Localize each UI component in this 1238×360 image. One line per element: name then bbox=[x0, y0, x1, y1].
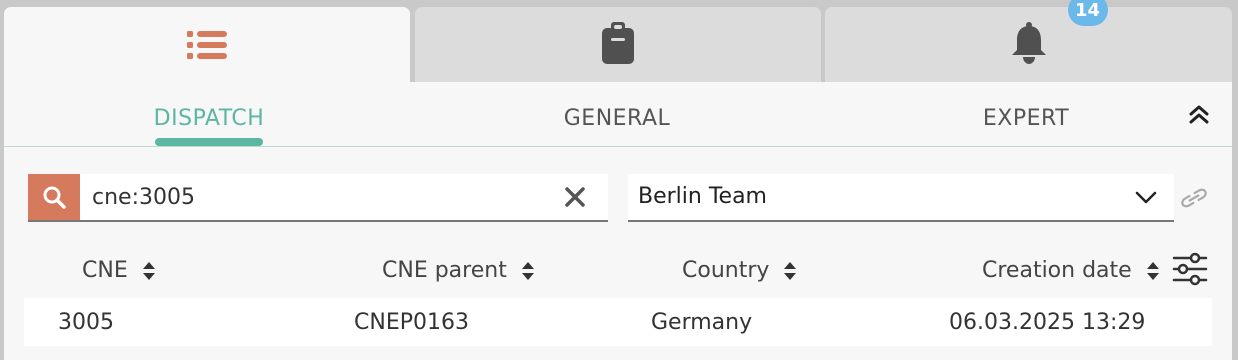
notification-badge: 14 bbox=[1067, 0, 1108, 26]
column-header-label: CNE parent bbox=[382, 258, 507, 283]
close-icon bbox=[565, 187, 585, 207]
sort-icon bbox=[521, 261, 534, 280]
column-header-country[interactable]: Country bbox=[682, 258, 797, 283]
column-settings-button[interactable] bbox=[1172, 252, 1208, 286]
tab-expert[interactable]: EXPERT bbox=[983, 106, 1069, 131]
tab-list[interactable] bbox=[4, 7, 410, 87]
table-row[interactable]: 3005 CNEP0163 Germany 06.03.2025 13:29 bbox=[24, 298, 1212, 346]
clear-search-button[interactable] bbox=[564, 186, 586, 208]
column-header-cne[interactable]: CNE bbox=[82, 258, 156, 283]
tab-notifications[interactable]: 14 bbox=[825, 0, 1232, 83]
chevron-down-icon bbox=[1135, 191, 1157, 204]
team-select-value: Berlin Team bbox=[638, 184, 767, 209]
search-input[interactable] bbox=[92, 174, 542, 220]
top-tab-bar: 14 bbox=[4, 0, 1232, 87]
bell-icon: 14 bbox=[1010, 0, 1108, 68]
sliders-icon bbox=[1172, 252, 1208, 286]
list-icon bbox=[187, 28, 227, 66]
cell-cne: 3005 bbox=[58, 310, 114, 335]
tab-general[interactable]: GENERAL bbox=[564, 106, 671, 131]
table-header: CNE CNE parent Country Creation date bbox=[24, 254, 1232, 290]
column-header-cne-parent[interactable]: CNE parent bbox=[382, 258, 535, 283]
sort-icon bbox=[1146, 261, 1159, 280]
column-header-label: Country bbox=[682, 258, 770, 283]
active-tab-indicator bbox=[155, 138, 263, 146]
clipboard-icon bbox=[601, 22, 635, 68]
search-icon bbox=[43, 186, 66, 209]
link-icon[interactable] bbox=[1180, 188, 1208, 208]
sort-icon bbox=[784, 261, 797, 280]
column-header-creation-date[interactable]: Creation date bbox=[982, 258, 1160, 283]
tab-clipboard[interactable] bbox=[415, 7, 821, 83]
column-header-label: Creation date bbox=[982, 258, 1132, 283]
sort-icon bbox=[142, 261, 155, 280]
main-panel: DISPATCH GENERAL EXPERT Berlin Team bbox=[4, 82, 1232, 360]
cell-country: Germany bbox=[651, 310, 753, 335]
cell-cne-parent: CNEP0163 bbox=[354, 310, 469, 335]
collapse-button[interactable] bbox=[1186, 102, 1212, 128]
sub-tab-bar: DISPATCH GENERAL EXPERT bbox=[4, 82, 1232, 147]
double-chevron-up-icon bbox=[1189, 105, 1209, 124]
column-header-label: CNE bbox=[82, 258, 128, 283]
team-select[interactable]: Berlin Team bbox=[628, 174, 1174, 222]
cell-creation-date: 06.03.2025 13:29 bbox=[949, 310, 1146, 335]
search-button[interactable] bbox=[28, 174, 80, 220]
tab-dispatch[interactable]: DISPATCH bbox=[154, 106, 265, 131]
search-box bbox=[28, 174, 608, 222]
